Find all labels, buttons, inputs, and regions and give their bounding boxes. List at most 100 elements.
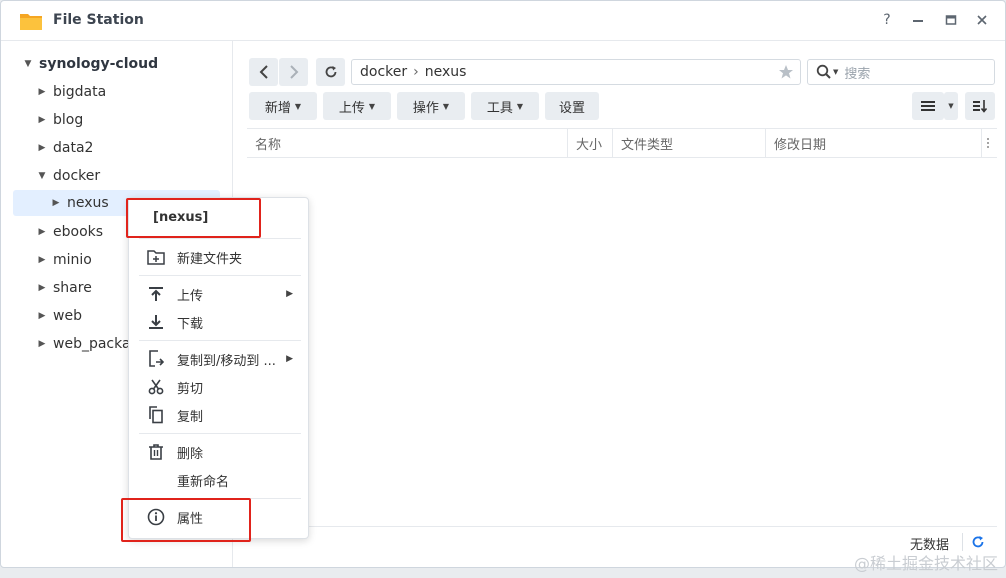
tree-label: ebooks: [53, 224, 104, 240]
tree-label: bigdata: [53, 84, 107, 100]
caret-down-icon[interactable]: ▼: [35, 171, 49, 181]
scissors-icon: [147, 378, 165, 396]
menu-label: 复制到/移动到 ...: [177, 353, 276, 369]
submenu-arrow-icon: ▶: [286, 289, 293, 299]
menu-item-cut[interactable]: 剪切: [129, 373, 309, 401]
menu-item-rename[interactable]: 重新命名: [129, 466, 309, 494]
tools-label: 工具: [486, 100, 513, 116]
tree-item-share[interactable]: ▶ share: [35, 275, 92, 301]
close-button[interactable]: [971, 9, 993, 31]
column-modified-label: 修改日期: [774, 137, 827, 153]
tree-item-blog[interactable]: ▶ blog: [35, 107, 84, 133]
menu-label: 上传: [177, 288, 204, 304]
caret-down-icon: ▼: [516, 101, 524, 111]
watermark: @稀土掘金技术社区: [853, 554, 998, 573]
tree-label: web: [53, 308, 82, 324]
column-header-type[interactable]: 文件类型: [613, 129, 766, 157]
action-button[interactable]: 操作 ▼: [397, 92, 465, 120]
search-input[interactable]: 搜索: [844, 63, 870, 82]
folder-app-icon: [20, 14, 42, 30]
refresh-button[interactable]: [316, 58, 345, 86]
caret-right-icon[interactable]: ▶: [35, 143, 49, 153]
path-segment-nexus[interactable]: nexus: [425, 64, 467, 80]
column-header-size[interactable]: 大小: [568, 129, 613, 157]
menu-separator: [139, 238, 301, 239]
minimize-icon: [913, 20, 923, 22]
tree-item-bigdata[interactable]: ▶ bigdata: [35, 79, 107, 105]
caret-right-icon[interactable]: ▶: [49, 198, 63, 208]
highlight-box-title: [126, 198, 261, 238]
upload-button[interactable]: 上传 ▼: [323, 92, 391, 120]
menu-label: 复制: [177, 409, 204, 425]
menu-separator: [139, 275, 301, 276]
maximize-button[interactable]: [940, 9, 962, 31]
create-button[interactable]: 新增 ▼: [249, 92, 317, 120]
search-dropdown-icon[interactable]: ▼: [833, 68, 838, 76]
menu-item-delete[interactable]: 删除: [129, 438, 309, 466]
menu-label: 删除: [177, 446, 204, 462]
caret-right-icon[interactable]: ▶: [35, 311, 49, 321]
view-mode-dropdown[interactable]: ▼: [944, 92, 958, 120]
refresh-icon[interactable]: [971, 535, 985, 549]
create-label: 新增: [264, 100, 291, 116]
minimize-button[interactable]: [907, 9, 929, 31]
column-options-button[interactable]: [982, 129, 996, 157]
path-separator: ›: [413, 64, 419, 80]
settings-button[interactable]: 设置: [545, 92, 599, 120]
help-button[interactable]: ?: [876, 9, 898, 31]
settings-label: 设置: [558, 100, 585, 116]
list-view-icon: [921, 101, 935, 111]
menu-item-download[interactable]: 下载: [129, 308, 309, 336]
column-size-label: 大小: [576, 137, 603, 153]
copy-move-icon: [147, 350, 165, 368]
submenu-arrow-icon: ▶: [286, 354, 293, 364]
context-menu: [nexus] 新建文件夹 上传 ▶ 下载 复制到/移动到 ... ▶ 剪切 复…: [128, 197, 309, 539]
tools-button[interactable]: 工具 ▼: [471, 92, 539, 120]
tree-root-synology-cloud[interactable]: ▼ synology-cloud: [21, 51, 159, 77]
menu-separator: [139, 433, 301, 434]
tree-item-web-packages[interactable]: ▶ web_packag: [35, 331, 140, 357]
column-header-name[interactable]: 名称: [247, 129, 568, 157]
tree-item-docker[interactable]: ▼ docker: [35, 163, 101, 189]
forward-button[interactable]: [279, 58, 308, 86]
tree-item-ebooks[interactable]: ▶ ebooks: [35, 219, 104, 245]
menu-item-new-folder[interactable]: 新建文件夹: [129, 243, 309, 271]
caret-right-icon[interactable]: ▶: [35, 87, 49, 97]
download-icon: [147, 313, 165, 331]
menu-item-upload[interactable]: 上传 ▶: [129, 280, 309, 308]
new-folder-icon: [147, 248, 165, 266]
tree-item-web[interactable]: ▶ web: [35, 303, 82, 329]
search-box[interactable]: ▼ 搜索: [807, 59, 995, 85]
caret-down-icon: ▼: [948, 102, 954, 110]
caret-right-icon[interactable]: ▶: [35, 283, 49, 293]
column-header-modified[interactable]: 修改日期: [766, 129, 982, 157]
caret-right-icon[interactable]: ▶: [35, 339, 49, 349]
caret-right-icon[interactable]: ▶: [35, 255, 49, 265]
view-mode-button[interactable]: [912, 92, 944, 120]
maximize-icon: [945, 15, 957, 25]
back-button[interactable]: [249, 58, 278, 86]
refresh-icon: [325, 66, 336, 78]
sort-button[interactable]: [965, 92, 995, 120]
trash-icon: [147, 443, 165, 461]
menu-item-copy[interactable]: 复制: [129, 401, 309, 429]
caret-down-icon: ▼: [442, 101, 450, 111]
upload-icon: [147, 285, 165, 303]
caret-right-icon[interactable]: ▶: [35, 227, 49, 237]
upload-label: 上传: [338, 100, 365, 116]
chevron-right-icon: [289, 65, 298, 79]
menu-item-copy-move[interactable]: 复制到/移动到 ... ▶: [129, 345, 309, 373]
search-icon: [816, 64, 831, 79]
path-segment-docker[interactable]: docker: [360, 64, 407, 80]
menu-separator: [139, 340, 301, 341]
caret-down-icon[interactable]: ▼: [21, 59, 35, 69]
tree-item-data2[interactable]: ▶ data2: [35, 135, 94, 161]
menu-label: 剪切: [177, 381, 204, 397]
caret-right-icon[interactable]: ▶: [35, 115, 49, 125]
star-icon[interactable]: [778, 64, 794, 80]
help-icon: ?: [883, 12, 891, 28]
path-bar[interactable]: docker › nexus: [351, 59, 801, 85]
window-title: File Station: [53, 12, 144, 28]
header-divider: [247, 157, 997, 158]
tree-item-minio[interactable]: ▶ minio: [35, 247, 92, 273]
